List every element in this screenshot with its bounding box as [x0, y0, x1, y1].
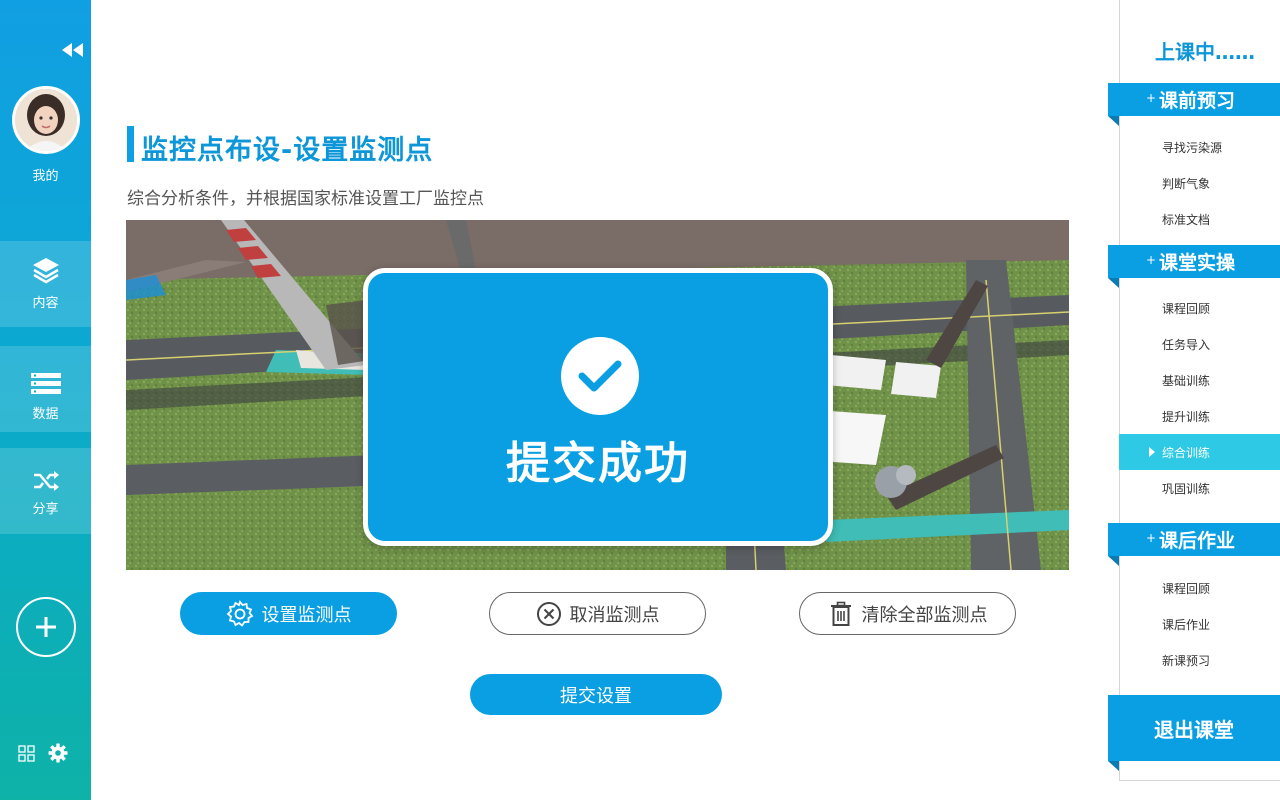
gear-icon[interactable] [48, 743, 68, 763]
profile-label: 我的 [32, 169, 59, 184]
section-homework-header[interactable]: + 课后作业 [1108, 523, 1280, 566]
plus-icon [36, 617, 56, 637]
nav-content[interactable]: 内容 [0, 241, 91, 327]
collapse-sidebar-icon[interactable] [60, 40, 86, 60]
database-icon [0, 372, 91, 396]
outline-item[interactable]: 判断气象 [1119, 165, 1280, 201]
nav-share-label: 分享 [32, 502, 59, 517]
page-subtitle: 综合分析条件，并根据国家标准设置工厂监控点 [127, 189, 484, 209]
outline-item[interactable]: 课程回顾 [1119, 570, 1280, 606]
outline-item-label: 综合训练 [1162, 445, 1211, 460]
class-status: 上课中…… [1155, 40, 1255, 64]
nav-data-label: 数据 [32, 407, 59, 422]
section-title: 课堂实操 [1159, 252, 1236, 274]
add-button[interactable] [16, 597, 76, 657]
shuffle-icon [0, 470, 91, 492]
nav-share[interactable]: 分享 [0, 448, 91, 534]
outline-item[interactable]: 标准文档 [1119, 201, 1280, 237]
title-accent-bar [127, 126, 134, 162]
outline-item[interactable]: 提升训练 [1119, 398, 1280, 434]
outline-item[interactable]: 新课预习 [1119, 642, 1280, 678]
outline-item[interactable]: 课程回顾 [1119, 290, 1280, 326]
outline-item-active[interactable]: 综合训练 [1119, 434, 1280, 470]
clear-all-monitor-points-label: 清除全部监测点 [861, 604, 988, 626]
expand-plus-icon: + [1146, 91, 1157, 105]
trash-icon [830, 601, 851, 626]
avatar[interactable] [12, 86, 80, 154]
layers-icon [0, 256, 91, 286]
outline-item[interactable]: 寻找污染源 [1119, 129, 1280, 165]
nav-data[interactable]: 数据 [0, 346, 91, 432]
grid-icon[interactable] [18, 745, 35, 762]
outline-item[interactable]: 任务导入 [1119, 326, 1280, 362]
outline-item[interactable]: 巩固训练 [1119, 470, 1280, 506]
cancel-monitor-point-label: 取消监测点 [569, 604, 660, 626]
active-arrow-icon [1149, 447, 1155, 457]
success-modal: 提交成功 [363, 268, 833, 546]
submit-settings-button[interactable]: 提交设置 [470, 674, 722, 715]
expand-plus-icon: + [1146, 531, 1157, 545]
settings-icon [226, 599, 253, 627]
section-title: 课后作业 [1159, 530, 1236, 552]
check-circle-icon [561, 337, 639, 415]
cancel-monitor-point-button[interactable]: 取消监测点 [489, 592, 706, 635]
page-title: 监控点布设-设置监测点 [141, 135, 434, 166]
exit-class-button[interactable]: 退出课堂 [1108, 695, 1280, 771]
cancel-circle-icon [536, 601, 561, 626]
set-monitor-point-label: 设置监测点 [261, 604, 352, 626]
set-monitor-point-button[interactable]: 设置监测点 [180, 592, 397, 635]
outline-item[interactable]: 基础训练 [1119, 362, 1280, 398]
outline-item[interactable]: 课后作业 [1119, 606, 1280, 642]
clear-all-monitor-points-button[interactable]: 清除全部监测点 [799, 592, 1016, 635]
section-title: 课前预习 [1159, 90, 1236, 112]
expand-plus-icon: + [1146, 253, 1157, 267]
nav-content-label: 内容 [32, 296, 59, 311]
section-preview-header[interactable]: + 课前预习 [1108, 83, 1280, 126]
section-practice-header[interactable]: + 课堂实操 [1108, 245, 1280, 288]
success-message: 提交成功 [506, 438, 690, 489]
left-sidebar: 我的 内容 数据 分享 [0, 0, 91, 800]
